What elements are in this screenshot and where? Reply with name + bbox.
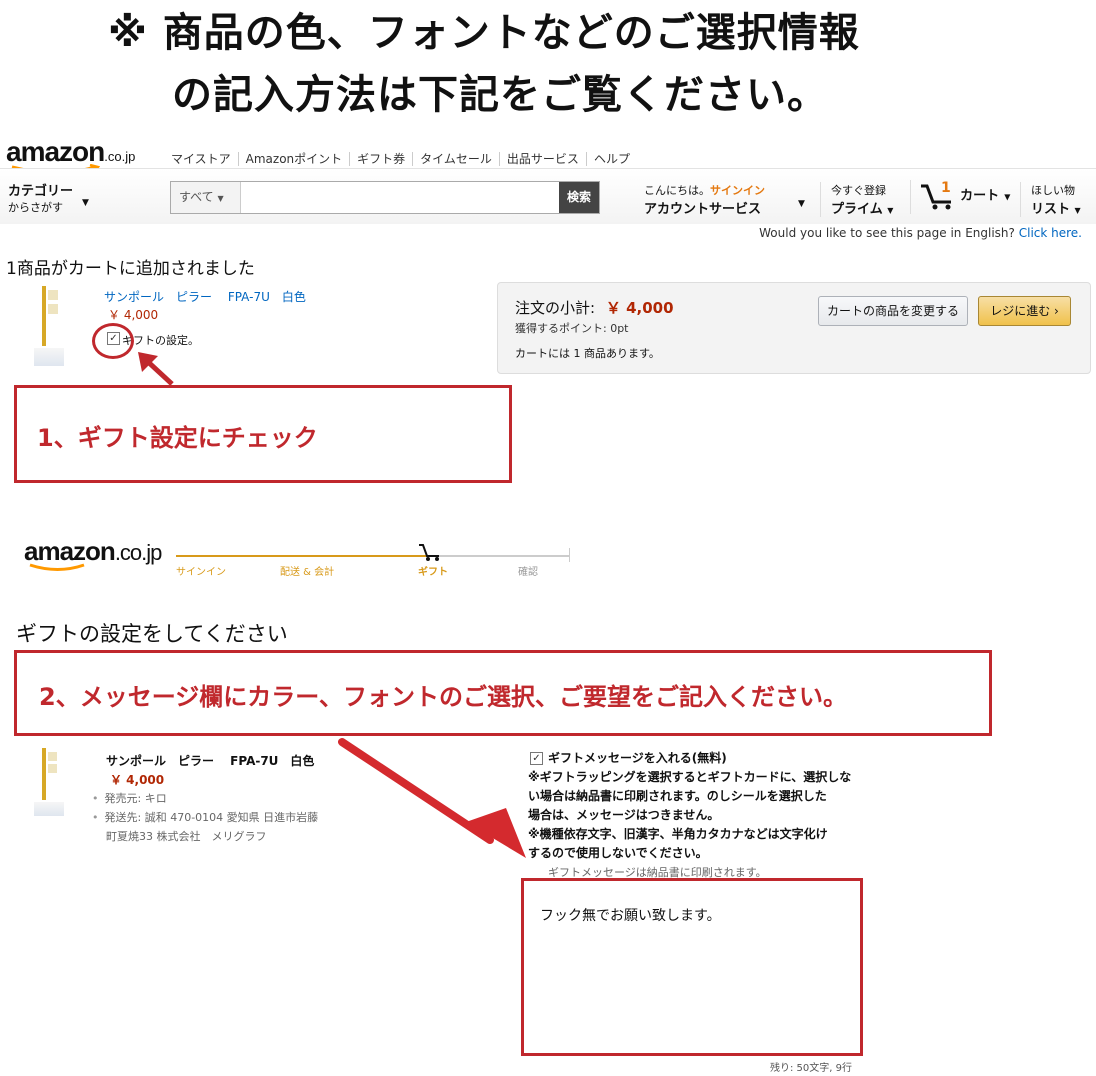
gift-checkbox-highlight (92, 323, 134, 359)
gift-message-value: フック無でお願い致します。 (540, 908, 721, 924)
cart-added-heading: 1商品がカートに追加されました (6, 259, 255, 279)
note-line: ※ギフトラッピングを選択するとギフトカードに、選択しな (528, 770, 852, 784)
subtotal-value: ￥ 4,000 (605, 299, 674, 317)
progress-fill (176, 555, 430, 557)
gift-ship-to-line1: 発送先: 誠和 470-0104 愛知県 日進市岩藤 (92, 809, 319, 825)
greeting-text: こんにちは。 (644, 184, 710, 197)
checkout-amazon-logo: amazon.co.jp (24, 536, 163, 571)
cart-item-price: ￥ 4,000 (108, 308, 159, 322)
wishlist-caret-icon: ▼ (1074, 206, 1081, 215)
cart-item-name-link[interactable]: サンポール ピラー FPA-7U 白色 (104, 288, 306, 305)
note-line: するので使用しないでください。 (528, 846, 708, 860)
nav-link-seller[interactable]: 出品サービス (499, 152, 587, 166)
gift-ship-to-line2: 町夏焼33 株式会社 メリグラフ (106, 830, 267, 843)
category-caret-icon: ▼ (82, 198, 89, 208)
top-nav-links: マイストア Amazonポイント ギフト券 タイムセール 出品サービス ヘルプ (164, 150, 637, 167)
prime-menu[interactable]: 今すぐ登録 プライム ▼ (820, 182, 893, 217)
cart-caret-icon: ▼ (1004, 192, 1011, 202)
progress-cart-icon (419, 544, 439, 561)
gift-item-seller: 発売元: キロ (92, 790, 167, 806)
change-cart-button[interactable]: カートの商品を変更する (818, 296, 968, 326)
nav-link-mystore[interactable]: マイストア (164, 152, 239, 166)
amazon-logo-text: amazon (6, 136, 105, 167)
search-bar: すべて ▼ 検索 (170, 181, 600, 214)
checkout-button[interactable]: レジに進む › (978, 296, 1071, 326)
prime-line1: 今すぐ登録 (831, 184, 886, 197)
category-menu[interactable]: カテゴリー からさがす (8, 180, 73, 215)
account-services-label: アカウントサービス (644, 202, 762, 217)
category-line2: からさがす (8, 201, 63, 214)
nav-link-points[interactable]: Amazonポイント (238, 152, 351, 166)
english-prompt: Would you like to see this page in Engli… (759, 226, 1082, 240)
note-line: い場合は納品書に印刷されます。のしシールを選択した (528, 789, 827, 803)
subtotal-line: 注文の小計: ￥ 4,000 (515, 297, 674, 318)
points-text: 獲得するポイント: 0pt (515, 322, 629, 335)
note-line: ※機種依存文字、旧漢字、半角カタカナなどは文字化け (528, 827, 828, 841)
search-scope-select[interactable]: すべて ▼ (171, 182, 241, 213)
english-link[interactable]: Click here. (1019, 226, 1082, 240)
category-line1: カテゴリー (8, 184, 74, 199)
amazon-logo-suffix: .co.jp (104, 149, 136, 164)
gift-message-textarea[interactable]: フック無でお願い致します。 (521, 878, 863, 1056)
gift-settings-heading: ギフトの設定をしてください (16, 622, 288, 646)
remaining-count: 残り: 50文字, 9行 (770, 1063, 852, 1074)
instruction-title-line1: ※ 商品の色、フォントなどのご選択情報 (108, 10, 860, 56)
search-button[interactable]: 検索 (559, 182, 599, 213)
instruction-title-line2: の記入方法は下記をご覧ください。 (172, 72, 828, 118)
checkout-smile-icon (29, 563, 85, 571)
progress-end (569, 548, 570, 562)
step-signin: サインイン (176, 567, 226, 578)
wishlist-line2: リスト (1031, 202, 1071, 217)
gift-item-name: サンポール ピラー FPA-7U 白色 (106, 754, 315, 768)
scope-caret-icon: ▼ (217, 194, 224, 203)
gift-item-price: ￥ 4,000 (110, 773, 165, 787)
account-menu[interactable]: こんにちは。サインイン アカウントサービス (644, 182, 765, 217)
checkout-logo-suffix: .co.jp (114, 540, 163, 565)
arrow-to-checkbox-icon (138, 352, 174, 386)
step2-text: 2、メッセージ欄にカラー、フォントのご選択、ご要望をご記入ください。 (39, 683, 847, 711)
step2-callout: 2、メッセージ欄にカラー、フォントのご選択、ご要望をご記入ください。 (14, 650, 992, 736)
wishlist-menu[interactable]: ほしい物 リスト ▼ (1020, 182, 1081, 217)
amazon-logo[interactable]: amazon.co.jp (6, 136, 136, 174)
cart-count-badge: 1 (941, 180, 951, 196)
nav-link-timesale[interactable]: タイムセール (413, 152, 500, 166)
search-input[interactable] (243, 184, 559, 211)
product-thumbnail[interactable] (34, 286, 64, 368)
cart-menu[interactable]: 1 カート ▼ (910, 180, 1010, 214)
signin-link[interactable]: サインイン (710, 184, 765, 197)
gift-message-checkbox[interactable]: ✓ (530, 752, 543, 765)
prime-caret-icon: ▼ (887, 206, 894, 215)
step1-text: 1、ギフト設定にチェック (37, 424, 318, 452)
nav-link-help[interactable]: ヘルプ (587, 152, 637, 166)
step-confirm: 確認 (518, 567, 538, 578)
gift-message-notes: ※ギフトラッピングを選択するとギフトカードに、選択しな い場合は納品書に印刷され… (528, 768, 851, 863)
subtotal-panel: 注文の小計: ￥ 4,000 獲得するポイント: 0pt カートには 1 商品あ… (497, 282, 1091, 374)
note-line: 場合は、メッセージはつきません。 (528, 808, 720, 822)
arrow-to-message-icon (338, 738, 526, 858)
wishlist-line1: ほしい物 (1031, 184, 1075, 197)
subtotal-label: 注文の小計: (515, 299, 596, 317)
step1-callout: 1、ギフト設定にチェック (14, 385, 512, 483)
step-shipping: 配送 & 会計 (280, 567, 335, 578)
prime-line2: プライム (831, 202, 883, 217)
gift-product-thumbnail (34, 748, 64, 818)
english-prompt-text: Would you like to see this page in Engli… (759, 226, 1015, 240)
gift-message-checkbox-label: ギフトメッセージを入れる(無料) (548, 751, 727, 765)
cart-count-text: カートには 1 商品あります。 (515, 347, 660, 360)
nav-link-giftcard[interactable]: ギフト券 (350, 152, 414, 166)
account-caret-icon: ▼ (798, 199, 805, 209)
step-gift: ギフト (418, 567, 448, 578)
search-scope-label: すべて (179, 190, 214, 204)
cart-label: カート (960, 188, 1000, 204)
